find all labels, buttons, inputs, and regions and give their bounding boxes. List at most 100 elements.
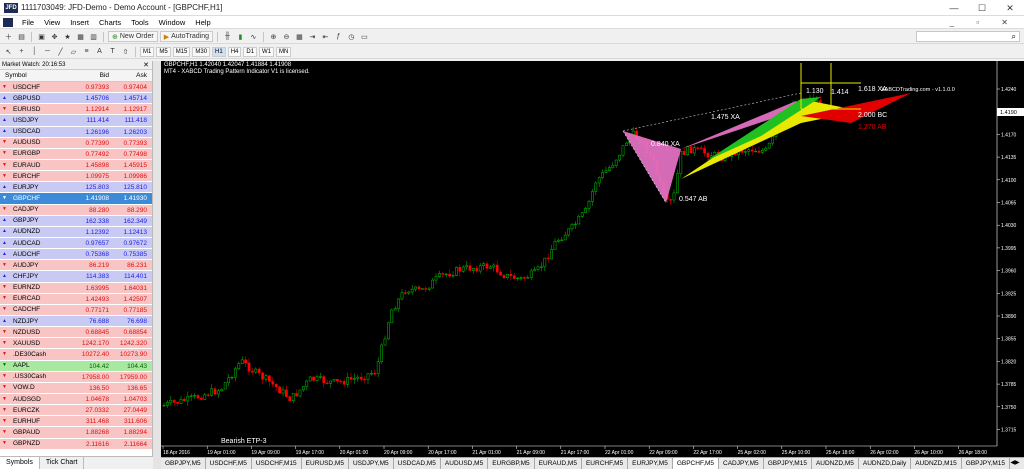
indicators-icon[interactable]: ƒ xyxy=(333,31,344,42)
price-chart[interactable]: 1.42401.42051.41701.41351.41001.40651.40… xyxy=(161,61,1024,457)
fibonacci-icon[interactable]: ≡ xyxy=(81,46,92,57)
menu-file[interactable]: File xyxy=(17,18,39,27)
market-watch-row[interactable]: ▲ USDCAD 1.26196 1.26203 xyxy=(0,126,152,138)
maximize-icon[interactable]: ☐ xyxy=(968,0,996,16)
market-watch-row[interactable]: ▼ USDCHF 0.97393 0.97404 xyxy=(0,82,152,94)
market-watch-row[interactable]: ▼ CADJPY 88.280 88.290 xyxy=(0,204,152,216)
market-watch-row[interactable]: ▼ EURAUD 1.45898 1.45915 xyxy=(0,159,152,172)
chart-window[interactable]: 1.42401.42051.41701.41351.41001.40651.40… xyxy=(161,61,1024,457)
market-watch-row[interactable]: ▼ AAPL 104.42 104.43 xyxy=(0,360,152,372)
arrows-icon[interactable]: ⇧ xyxy=(120,46,131,57)
market-watch-row[interactable]: ▼ EURNZD 1.63995 1.64031 xyxy=(0,282,152,294)
chart-tab[interactable]: USDCHF,M5 xyxy=(206,458,252,469)
market-watch-row[interactable]: ▼ AUDUSD 0.77390 0.77393 xyxy=(0,137,152,149)
minimize-icon[interactable]: — xyxy=(940,0,968,16)
new-chart-icon[interactable]: ＋ xyxy=(3,31,14,42)
chart-tab[interactable]: AUDNZD,Daily xyxy=(859,458,912,469)
market-watch-row[interactable]: ▼ GBPAUD 1.88268 1.88294 xyxy=(0,427,152,439)
market-watch-icon[interactable]: ▣ xyxy=(36,31,47,42)
chart-tab[interactable]: GBPCHF,M5 xyxy=(672,458,720,469)
timeframe-m1[interactable]: M1 xyxy=(140,46,155,57)
close-icon[interactable]: ✕ xyxy=(996,0,1024,16)
chart-tab[interactable]: EURGBP,M5 xyxy=(488,458,535,469)
market-watch-row[interactable]: ▼ AUDSGD 1.04678 1.04703 xyxy=(0,393,152,406)
market-watch-row[interactable]: ▲ USDJPY 111.414 111.418 xyxy=(0,115,152,127)
chart-tab[interactable]: AUDNZD,M5 xyxy=(812,458,859,469)
chart-tab[interactable]: USDCAD,M5 xyxy=(394,458,441,469)
market-watch-row[interactable]: ▼ EURHUF 311.468 311.606 xyxy=(0,416,152,428)
market-watch-row[interactable]: ▲ AUDCHF 0.75368 0.75385 xyxy=(0,249,152,261)
chart-tab[interactable]: EURJPY,M5 xyxy=(628,458,673,469)
line-chart-icon[interactable]: ∿ xyxy=(248,31,259,42)
crosshair-icon[interactable]: + xyxy=(16,46,27,57)
market-watch-row[interactable]: ▼ EURCAD 1.42493 1.42507 xyxy=(0,293,152,305)
auto-trading-button[interactable]: ▶ AutoTrading xyxy=(159,31,213,42)
market-watch-row[interactable]: ▲ CHFJPY 114.383 114.401 xyxy=(0,271,152,283)
data-window-icon[interactable]: ✥ xyxy=(49,31,60,42)
timeframe-h4[interactable]: H4 xyxy=(227,46,242,57)
timeframe-h1[interactable]: H1 xyxy=(212,46,226,57)
navigator-icon[interactable]: ★ xyxy=(62,31,73,42)
market-watch-row[interactable]: ▲ EURJPY 125.803 125.810 xyxy=(0,182,152,194)
timeframe-w1[interactable]: W1 xyxy=(259,46,275,57)
mdi-window-controls[interactable]: _ ▫ ✕ xyxy=(950,18,1018,27)
market-watch-row[interactable]: ▼ CADCHF 0.77171 0.77185 xyxy=(0,304,152,316)
market-watch-row[interactable]: ▼ XAUUSD 1242.170 1242.320 xyxy=(0,338,152,350)
timeframe-d1[interactable]: D1 xyxy=(243,46,258,57)
chart-tab[interactable]: AUDUSD,M5 xyxy=(441,458,489,469)
menu-tools[interactable]: Tools xyxy=(126,18,154,27)
label-icon[interactable]: T xyxy=(107,46,118,57)
trendline-icon[interactable]: ╱ xyxy=(55,46,66,57)
column-symbol[interactable]: Symbol xyxy=(0,70,73,81)
periods-icon[interactable]: ◷ xyxy=(346,31,357,42)
chart-tab[interactable]: GBPJPY,M5 xyxy=(161,458,206,469)
tester-icon[interactable]: ▥ xyxy=(88,31,99,42)
menu-charts[interactable]: Charts xyxy=(94,18,126,27)
market-watch-row[interactable]: ▼ EURUSD 1.12914 1.12917 xyxy=(0,104,152,116)
market-watch-row[interactable]: ▼ GBPNZD 2.11616 2.11664 xyxy=(0,438,152,450)
market-watch-row[interactable]: ▲ GBPUSD 1.45706 1.45714 xyxy=(0,93,152,105)
chart-tab[interactable]: AUDNZD,M15 xyxy=(911,458,962,469)
market-watch-row[interactable]: ▼ .US30Cash 17958.00 17959.00 xyxy=(0,371,152,383)
tab-symbols[interactable]: Symbols xyxy=(0,457,40,469)
market-watch-row[interactable]: ▲ NZDJPY 76.688 76.698 xyxy=(0,315,152,328)
search-field[interactable]: ⌕ xyxy=(916,31,1020,42)
chart-tab[interactable]: GBPJPY,M15 xyxy=(962,458,1011,469)
menu-insert[interactable]: Insert xyxy=(65,18,94,27)
timeframe-m5[interactable]: M5 xyxy=(156,46,171,57)
chart-tab[interactable]: EURCHF,M5 xyxy=(582,458,629,469)
market-watch-row[interactable]: ▼ AUDJPY 86.219 86.231 xyxy=(0,260,152,272)
timeframe-m15[interactable]: M15 xyxy=(172,46,191,57)
candle-chart-icon[interactable]: ▮ xyxy=(235,31,246,42)
market-watch-row[interactable]: ▲ GBPJPY 162.338 162.349 xyxy=(0,215,152,227)
menu-window[interactable]: Window xyxy=(154,18,191,27)
text-icon[interactable]: A xyxy=(94,46,105,57)
timeframe-mn[interactable]: MN xyxy=(276,46,292,57)
chart-shift-icon[interactable]: ⇤ xyxy=(320,31,331,42)
zoom-out-icon[interactable]: ⊖ xyxy=(281,31,292,42)
market-watch-row[interactable]: ▼ EURGBP 0.77492 0.77498 xyxy=(0,148,152,160)
market-watch-row[interactable]: ▼ VOW.D 136.50 136.65 xyxy=(0,382,152,394)
timeframe-m30[interactable]: M30 xyxy=(192,46,211,57)
terminal-icon[interactable]: ▦ xyxy=(75,31,86,42)
new-order-button[interactable]: ⊕ New Order xyxy=(108,31,158,42)
autoscroll-icon[interactable]: ⇥ xyxy=(307,31,318,42)
vertical-line-icon[interactable]: │ xyxy=(29,46,40,57)
chart-tab[interactable]: CADJPY,M5 xyxy=(719,458,764,469)
chart-tab[interactable]: EURUSD,M5 xyxy=(302,458,349,469)
column-bid[interactable]: Bid xyxy=(73,70,113,81)
column-ask[interactable]: Ask xyxy=(113,70,151,81)
market-watch-row[interactable]: ▼ .DE30Cash 10272.40 10273.90 xyxy=(0,349,152,361)
chart-tab[interactable]: EURAUD,M5 xyxy=(535,458,582,469)
tabs-scroll-icon[interactable]: ◀▶ xyxy=(1010,458,1020,469)
menu-view[interactable]: View xyxy=(39,18,65,27)
market-watch-row[interactable]: ▼ GBPCHF 1.41908 1.41930 xyxy=(0,193,152,205)
close-icon[interactable]: ✕ xyxy=(143,61,149,70)
market-watch-row[interactable]: ▼ NZDUSD 0.68845 0.68854 xyxy=(0,327,152,339)
market-watch-row[interactable]: ▲ AUDNZD 1.12392 1.12413 xyxy=(0,226,152,238)
chart-tab[interactable]: USDCHF,M15 xyxy=(252,458,302,469)
bar-chart-icon[interactable]: ╫ xyxy=(222,31,233,42)
chart-tab[interactable]: GBPJPY,M15 xyxy=(764,458,812,469)
cursor-icon[interactable]: ↖ xyxy=(3,46,14,57)
templates-icon[interactable]: ▭ xyxy=(359,31,370,42)
